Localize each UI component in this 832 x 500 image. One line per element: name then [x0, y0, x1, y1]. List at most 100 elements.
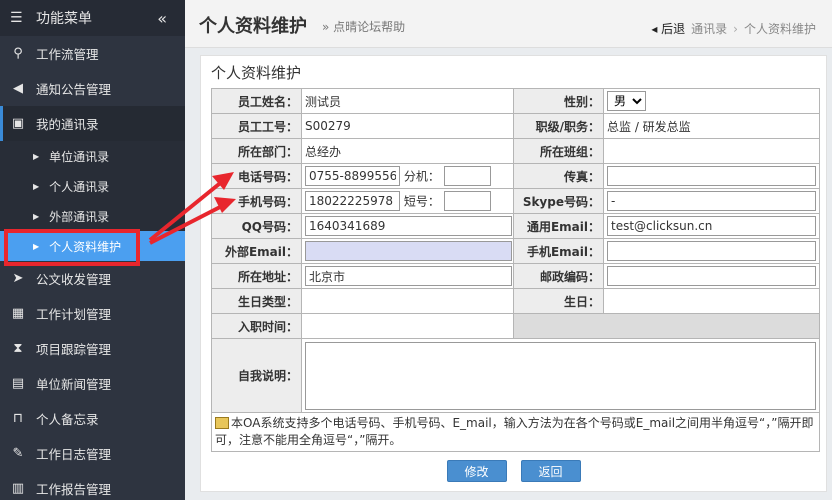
table-row: 外部Email： 手机Email： — [211, 238, 820, 264]
fax-input[interactable] — [607, 166, 816, 186]
field-label: 电话号码： — [211, 163, 302, 189]
field-label: QQ号码： — [211, 213, 302, 239]
contacts-icon: ▣ — [11, 116, 25, 131]
sidebar-item-notice[interactable]: ◀ 通知公告管理 — [0, 71, 185, 106]
ext-label: 分机： — [403, 169, 440, 184]
breadcrumb-contacts[interactable]: 通讯录 — [691, 20, 727, 37]
sidebar-sub-unit-contacts[interactable]: ▶ 单位通讯录 — [0, 141, 185, 171]
ext-input[interactable] — [443, 166, 491, 186]
sidebar-header: ☰ 功能菜单 « — [0, 0, 185, 36]
qq-cell — [301, 213, 514, 239]
caret-right-icon: ▶ — [33, 181, 40, 191]
sidebar-item-reports[interactable]: ▥ 工作报告管理 — [0, 471, 185, 500]
gender-cell: 男 — [603, 88, 820, 114]
breadcrumb: ◂ 后退 通讯录 › 个人资料维护 — [651, 20, 816, 37]
collapse-icon[interactable]: « — [157, 9, 167, 28]
edit-icon: ✎ — [12, 446, 24, 461]
caret-right-icon: ▶ — [33, 151, 40, 161]
button-row: 修改 返回 — [201, 460, 826, 482]
field-label: 职级/职务： — [513, 113, 604, 139]
page-title: 个人资料维护 — [199, 16, 307, 37]
sidebar-sub-personal-contacts[interactable]: ▶ 个人通讯录 — [0, 171, 185, 201]
sidebar-item-label: 个人备忘录 — [36, 412, 99, 427]
sidebar-item-projects[interactable]: ⧗ 项目跟踪管理 — [0, 331, 185, 366]
sidebar-sub-label: 外部通讯录 — [49, 209, 110, 224]
workflow-icon: ⚲ — [13, 46, 23, 61]
back-button[interactable]: 返回 — [520, 460, 581, 482]
short-input[interactable] — [443, 191, 491, 211]
address-input[interactable] — [305, 266, 512, 286]
sidebar-item-label: 单位新闻管理 — [36, 377, 112, 392]
table-row: 入职时间： — [211, 313, 820, 339]
back-link[interactable]: ◂ 后退 — [651, 20, 685, 37]
table-row: 生日类型： 生日： — [211, 288, 820, 314]
phone-cell: 分机： — [301, 163, 514, 189]
note-text: 本OA系统支持多个电话号码、手机号码、E_mail，输入方法为在各个号码或E_m… — [215, 416, 814, 447]
sidebar-item-plans[interactable]: ▦ 工作计划管理 — [0, 296, 185, 331]
bday-type-cell — [301, 288, 514, 314]
sidebar-sub-label: 个人通讯录 — [49, 179, 110, 194]
note-cell: 本OA系统支持多个电话号码、手机号码、E_mail，输入方法为在各个号码或E_m… — [211, 412, 820, 452]
sidebar-header-label: 功能菜单 — [36, 11, 92, 27]
field-label: 所在地址： — [211, 263, 302, 289]
ext-email-cell — [301, 238, 514, 264]
table-row: 所在部门： 总经办 所在班组： — [211, 138, 820, 164]
panel-title: 个人资料维护 — [211, 64, 302, 82]
sidebar-item-documents[interactable]: ➤ 公文收发管理 — [0, 261, 185, 296]
report-icon: ▥ — [11, 481, 25, 496]
hourglass-icon: ⧗ — [13, 341, 23, 356]
sidebar-item-worklog[interactable]: ✎ 工作日志管理 — [0, 436, 185, 471]
sidebar-sub-external-contacts[interactable]: ▶ 外部通讯录 — [0, 201, 185, 231]
gender-select[interactable]: 男 — [607, 91, 646, 111]
mobile-email-input[interactable] — [607, 241, 816, 261]
calendar-icon: ▦ — [11, 306, 25, 321]
table-row: 本OA系统支持多个电话号码、手机号码、E_mail，输入方法为在各个号码或E_m… — [211, 412, 820, 452]
sidebar-sub-label: 单位通讯录 — [49, 149, 110, 164]
empno-value: S00279 — [301, 113, 514, 139]
mobile-email-cell — [603, 238, 820, 264]
sidebar-item-news[interactable]: ▤ 单位新闻管理 — [0, 366, 185, 401]
empty-cell — [513, 313, 820, 339]
sidebar-item-label: 工作报告管理 — [36, 482, 112, 497]
help-link[interactable]: » 点晴论坛帮助 — [322, 18, 405, 35]
sidebar-item-label: 工作流管理 — [36, 47, 99, 62]
field-label: 员工工号： — [211, 113, 302, 139]
page-header: 个人资料维护 » 点晴论坛帮助 ◂ 后退 通讯录 › 个人资料维护 — [185, 0, 832, 48]
team-value — [603, 138, 820, 164]
self-description-textarea[interactable] — [305, 341, 816, 410]
mobile-input[interactable] — [305, 191, 400, 211]
breadcrumb-current: 个人资料维护 — [743, 22, 816, 36]
table-row: 员工姓名： 测试员 性别： 男 — [211, 88, 820, 114]
bookmark-icon: ⊓ — [12, 411, 24, 426]
zip-input[interactable] — [607, 266, 816, 286]
ext-email-input[interactable] — [305, 241, 512, 261]
name-value: 测试员 — [301, 88, 514, 114]
profile-panel: 个人资料维护 员工姓名： 测试员 性别： 男 员工工号： S00279 职级/职… — [200, 55, 827, 492]
table-row: 自我说明： — [211, 338, 820, 413]
sidebar-item-label: 工作日志管理 — [36, 447, 112, 462]
qq-input[interactable] — [305, 216, 512, 236]
caret-right-icon: ▶ — [33, 211, 40, 221]
skype-input[interactable] — [607, 191, 816, 211]
sidebar-item-memo[interactable]: ⊓ 个人备忘录 — [0, 401, 185, 436]
field-label: 性别： — [513, 88, 604, 114]
phone-input[interactable] — [305, 166, 400, 186]
sidebar-sub-label: 个人资料维护 — [49, 239, 122, 254]
sidebar-item-label: 公文收发管理 — [36, 272, 112, 287]
field-label: 手机Email： — [513, 238, 604, 264]
dept-value: 总经办 — [301, 138, 514, 164]
table-row: 所在地址： 邮政编码： — [211, 263, 820, 289]
edit-button[interactable]: 修改 — [446, 460, 507, 482]
sidebar-sub-profile[interactable]: ▶ 个人资料维护 — [0, 231, 185, 261]
chevron-right-icon: › — [733, 21, 738, 36]
mobile-cell: 短号： — [301, 188, 514, 214]
sidebar-item-contacts[interactable]: ▣ 我的通讯录 — [0, 106, 185, 141]
field-label: 自我说明： — [211, 338, 302, 413]
email-cell — [603, 213, 820, 239]
sidebar-item-workflow[interactable]: ⚲ 工作流管理 — [0, 36, 185, 71]
caret-right-icon: ▶ — [33, 241, 40, 251]
sidebar-item-label: 项目跟踪管理 — [36, 342, 112, 357]
email-input[interactable] — [607, 216, 816, 236]
zip-cell — [603, 263, 820, 289]
field-label: 生日： — [513, 288, 604, 314]
